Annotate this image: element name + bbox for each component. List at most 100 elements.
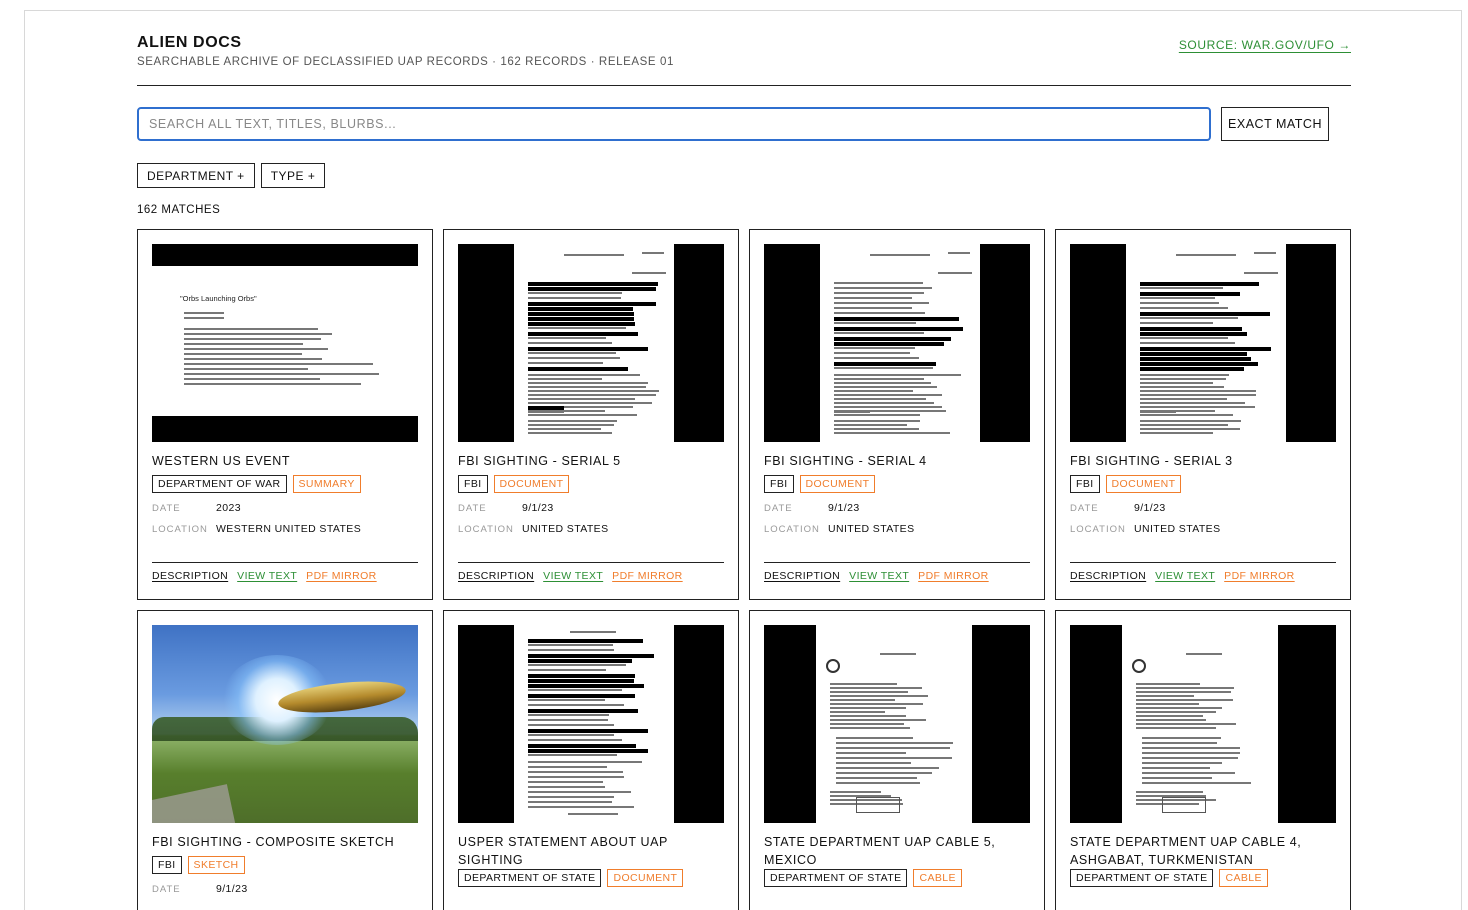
document-page [514, 244, 674, 442]
source-link[interactable]: SOURCE: WAR.GOV/UFO → [1179, 38, 1351, 52]
card-footer: DESCRIPTION VIEW TEXT PDF MIRROR [1070, 562, 1336, 582]
location-value: UNITED STATES [828, 523, 915, 535]
slide-page: "Orbs Launching Orbs" [152, 266, 418, 416]
description-link[interactable]: DESCRIPTION [458, 570, 534, 582]
department-tag[interactable]: FBI [1070, 475, 1100, 493]
stamp-box [1162, 797, 1206, 813]
app-frame: ALIEN DOCS SEARCHABLE ARCHIVE OF DECLASS… [24, 10, 1462, 910]
pdf-mirror-link[interactable]: PDF MIRROR [306, 570, 377, 582]
date-value: 9/1/23 [828, 502, 860, 514]
page-subtitle: SEARCHABLE ARCHIVE OF DECLASSIFIED UAP R… [137, 56, 674, 68]
card-title[interactable]: FBI SIGHTING - SERIAL 4 [764, 452, 1030, 470]
type-tag[interactable]: SUMMARY [292, 475, 361, 493]
card-tags: FBI DOCUMENT [1070, 475, 1182, 493]
search-input[interactable] [137, 107, 1211, 141]
date-label: DATE [1070, 503, 1099, 514]
card-title[interactable]: STATE DEPARTMENT UAP CABLE 4, ASHGABAT, … [1070, 833, 1336, 869]
description-link[interactable]: DESCRIPTION [152, 570, 228, 582]
department-tag[interactable]: DEPARTMENT OF WAR [152, 475, 287, 493]
card-title[interactable]: FBI SIGHTING - COMPOSITE SKETCH [152, 833, 418, 851]
card-tags: DEPARTMENT OF STATE DOCUMENT [458, 869, 684, 887]
department-filter-button[interactable]: DEPARTMENT + [137, 163, 255, 188]
date-value: 9/1/23 [522, 502, 554, 514]
date-label: DATE [458, 503, 487, 514]
description-link[interactable]: DESCRIPTION [764, 570, 840, 582]
view-text-link[interactable]: VIEW TEXT [1155, 570, 1215, 582]
card-title[interactable]: FBI SIGHTING - SERIAL 5 [458, 452, 724, 470]
dirt-path [152, 784, 236, 823]
thumbnail-image [764, 625, 1030, 823]
thumbnail-image [1070, 625, 1336, 823]
slide-title: "Orbs Launching Orbs" [180, 294, 257, 303]
match-count: 162 MATCHES [137, 204, 221, 216]
view-text-link[interactable]: VIEW TEXT [237, 570, 297, 582]
card-footer: DESCRIPTION VIEW TEXT PDF MIRROR [152, 562, 418, 582]
location-label: LOCATION [458, 524, 514, 535]
department-tag[interactable]: DEPARTMENT OF STATE [1070, 869, 1214, 887]
type-filter-button[interactable]: TYPE + [260, 163, 326, 188]
department-tag[interactable]: FBI [764, 475, 794, 493]
card-tags: DEPARTMENT OF STATE CABLE [764, 869, 962, 887]
card-tags: FBI DOCUMENT [764, 475, 876, 493]
card-title[interactable]: STATE DEPARTMENT UAP CABLE 5, MEXICO [764, 833, 1030, 869]
date-row: DATE 2023 [152, 502, 241, 514]
type-tag[interactable]: CABLE [913, 869, 962, 887]
pdf-mirror-link[interactable]: PDF MIRROR [918, 570, 989, 582]
thumbnail-image: "Orbs Launching Orbs" [152, 244, 418, 442]
type-tag[interactable]: DOCUMENT [1105, 475, 1182, 493]
result-card: USPER STATEMENT ABOUT UAP SIGHTING DEPART… [443, 610, 739, 910]
result-card: STATE DEPARTMENT UAP CABLE 4, ASHGABAT, … [1055, 610, 1351, 910]
document-page [1122, 625, 1278, 823]
department-tag[interactable]: FBI [458, 475, 488, 493]
card-footer: DESCRIPTION VIEW TEXT PDF MIRROR [458, 562, 724, 582]
date-label: DATE [152, 503, 181, 514]
type-tag[interactable]: SKETCH [187, 856, 245, 874]
result-card: FBI SIGHTING - COMPOSITE SKETCH FBI SKETCH… [137, 610, 433, 910]
type-tag[interactable]: DOCUMENT [799, 475, 876, 493]
view-text-link[interactable]: VIEW TEXT [849, 570, 909, 582]
department-tag[interactable]: DEPARTMENT OF STATE [458, 869, 602, 887]
result-card: FBI SIGHTING - SERIAL 3 FBI DOCUMENT DATE 9/… [1055, 229, 1351, 600]
department-tag[interactable]: DEPARTMENT OF STATE [764, 869, 908, 887]
view-text-link[interactable]: VIEW TEXT [543, 570, 603, 582]
date-label: DATE [764, 503, 793, 514]
document-page [816, 625, 972, 823]
card-title[interactable]: WESTERN US EVENT [152, 452, 418, 470]
location-label: LOCATION [152, 524, 208, 535]
type-tag[interactable]: DOCUMENT [607, 869, 684, 887]
location-value: UNITED STATES [1134, 523, 1221, 535]
card-tags: FBI DOCUMENT [458, 475, 570, 493]
exact-match-button[interactable]: EXACT MATCH [1221, 107, 1329, 141]
date-value: 9/1/23 [1134, 502, 1166, 514]
thumbnail-image [152, 625, 418, 823]
result-card: STATE DEPARTMENT UAP CABLE 5, MEXICO DEPA… [749, 610, 1045, 910]
location-label: LOCATION [1070, 524, 1126, 535]
location-value: WESTERN UNITED STATES [216, 523, 362, 535]
card-title[interactable]: FBI SIGHTING - SERIAL 3 [1070, 452, 1336, 470]
card-title[interactable]: USPER STATEMENT ABOUT UAP SIGHTING [458, 833, 724, 869]
description-link[interactable]: DESCRIPTION [1070, 570, 1146, 582]
document-page [1126, 244, 1286, 442]
main-container: ALIEN DOCS SEARCHABLE ARCHIVE OF DECLASS… [137, 11, 1351, 910]
type-tag[interactable]: DOCUMENT [493, 475, 570, 493]
thumbnail-image [764, 244, 1030, 442]
card-tags: DEPARTMENT OF STATE CABLE [1070, 869, 1268, 887]
stamp-box [856, 797, 900, 813]
location-row: LOCATION UNITED STATES [764, 523, 914, 535]
result-card: FBI SIGHTING - SERIAL 5 FBI DOCUMENT DATE 9/… [443, 229, 739, 600]
type-tag[interactable]: CABLE [1219, 869, 1268, 887]
pdf-mirror-link[interactable]: PDF MIRROR [1224, 570, 1295, 582]
result-card: "Orbs Launching Orbs" WESTERN US EVENT DEP… [137, 229, 433, 600]
thumbnail-image [458, 244, 724, 442]
date-row: DATE 9/1/23 [458, 502, 554, 514]
pdf-mirror-link[interactable]: PDF MIRROR [612, 570, 683, 582]
thumbnail-image [458, 625, 724, 823]
date-row: DATE 9/1/23 [764, 502, 860, 514]
date-label: DATE [152, 884, 181, 895]
department-tag[interactable]: FBI [152, 856, 182, 874]
location-row: LOCATION UNITED STATES [1070, 523, 1220, 535]
card-tags: FBI SKETCH [152, 856, 245, 874]
date-row: DATE 9/1/23 [152, 883, 248, 895]
location-row: LOCATION UNITED STATES [458, 523, 608, 535]
location-value: UNITED STATES [522, 523, 609, 535]
